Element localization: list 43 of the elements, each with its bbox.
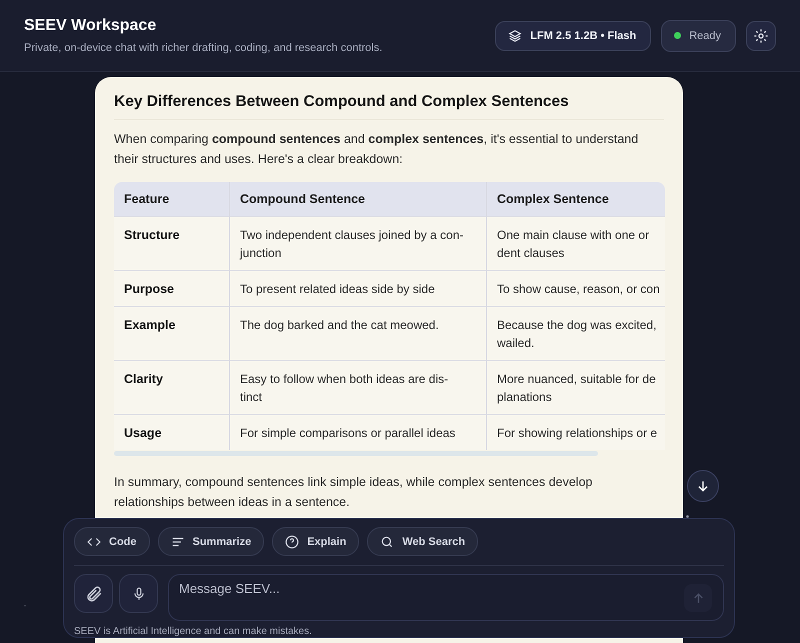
column-header: Feature <box>114 182 230 216</box>
message-input[interactable]: Message SEEV... <box>168 574 724 621</box>
search-icon <box>380 534 394 548</box>
settings-button[interactable] <box>746 20 776 50</box>
action-chip[interactable]: Web Search <box>367 527 478 556</box>
table-cell: Example <box>114 306 230 360</box>
table-cell: Purpose <box>114 270 230 306</box>
settings-icon <box>753 28 769 44</box>
message-heading: Key Differences Between Compound and Complex Sentences <box>114 93 664 120</box>
table-cell: For simple comparisons or parallel ideas <box>230 414 486 450</box>
table-cell: Because the dog was excited, wailed. <box>486 306 665 360</box>
table-cell: The dog barked and the cat meowed. <box>230 306 486 360</box>
microphone-button[interactable] <box>119 574 158 613</box>
table-cell: Easy to follow when both ideas are dis- tinct <box>230 360 486 414</box>
action-chip[interactable]: Code <box>74 527 150 556</box>
paperclip-icon <box>84 584 102 602</box>
table-cell: Two independent clauses joined by a con- junction <box>230 216 486 270</box>
app-title: SEEV Workspace <box>24 17 158 35</box>
summary-paragraph: In summary, compound sentences link simple ideas, while complex sentences develop relationships between ideas in a sentence. <box>114 474 594 511</box>
help-icon <box>285 534 300 548</box>
action-chip[interactable]: Explain <box>272 527 360 556</box>
model-selector[interactable]: LFM 2.5 1.2B • Flash <box>495 20 652 50</box>
arrow-down-icon <box>696 479 710 493</box>
table-cell: Clarity <box>114 360 230 414</box>
intro-paragraph: When comparing compound sentences and complex sentences, it's essential to understand their structures and uses. Here's a clear breakdown: <box>114 131 640 168</box>
microphone-icon <box>132 586 146 602</box>
column-header: Compound Sentence <box>230 182 486 216</box>
layers-icon <box>508 28 522 42</box>
attach-button[interactable] <box>74 574 113 613</box>
table-cell: One main clause with one or dent clauses <box>486 216 665 270</box>
arrow-up-icon <box>692 592 704 604</box>
disclaimer-text: SEEV is Artificial Intelligence and can make mistakes. <box>74 626 313 637</box>
table-cell: Usage <box>114 414 230 450</box>
column-header: Complex Sentence <box>486 182 665 216</box>
app-subtitle: Private, on-device chat with richer drafting, coding, and research controls. <box>24 42 382 54</box>
table-cell: To show cause, reason, or con <box>486 270 665 306</box>
scrollbar-thumb[interactable] <box>114 451 598 456</box>
action-chip[interactable]: Summarize <box>158 527 264 556</box>
status-label: Ready <box>689 30 721 42</box>
table-cell: For showing relationships or e <box>486 414 665 450</box>
table-cell: Structure <box>114 216 230 270</box>
table-cell: More nuanced, suitable for de planations <box>486 360 665 414</box>
table-cell: To present related ideas side by side <box>230 270 486 306</box>
